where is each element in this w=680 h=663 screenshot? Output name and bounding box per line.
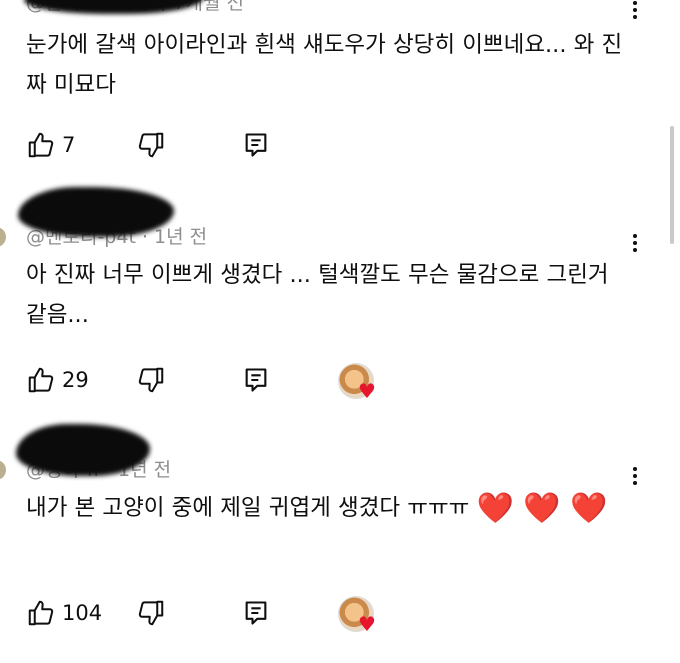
like-count: 104 — [62, 601, 103, 625]
comment-1: @갈색애교해인사 7개월 전 눈가에 갈색 아이라인과 흰색 섀도우가 상당히 … — [0, 0, 680, 180]
comment-2: @멘토리-p4t · 1년 전 아 진짜 너무 이쁘게 생겼다 ... 털색깔도… — [0, 185, 680, 420]
heart-icon: ♥ — [358, 612, 376, 636]
comment-text: 내가 본 고양이 중에 제일 귀엽게 생겼다 ㅠㅠㅠ ❤️ ❤️ ❤️ — [26, 488, 626, 529]
more-options-button[interactable] — [628, 0, 642, 24]
reply-icon — [245, 133, 267, 157]
thumb-up-icon — [28, 132, 54, 158]
reply-button[interactable] — [242, 363, 270, 397]
scrollbar[interactable] — [670, 126, 674, 244]
thumb-up-icon — [28, 600, 54, 626]
creator-heart-badge: ♥ — [338, 596, 382, 634]
comment-text-main: 내가 본 고양이 중에 제일 귀엽게 생겼다 ㅠㅠㅠ — [26, 495, 470, 521]
thumb-down-icon — [138, 132, 164, 158]
reply-button[interactable] — [242, 128, 270, 162]
redaction-mark — [18, 187, 174, 237]
thumb-down-icon — [138, 600, 164, 626]
like-count: 29 — [62, 368, 89, 392]
thumb-up-icon — [28, 367, 54, 393]
more-options-button[interactable] — [628, 464, 642, 490]
heart-emoji: ❤️ ❤️ ❤️ — [476, 491, 608, 526]
action-bar: 104 ♥ — [26, 596, 446, 634]
creator-heart-badge: ♥ — [338, 363, 382, 401]
comment-text: 눈가에 갈색 아이라인과 흰색 섀도우가 상당히 이쁘네요... 와 진짜 미묘… — [26, 32, 623, 98]
comment-text: 아 진짜 너무 이쁘게 생겼다 ... 털색깔도 무슨 물감으로 그린거같음..… — [26, 262, 609, 328]
action-bar: 7 — [26, 128, 446, 164]
avatar[interactable] — [0, 460, 6, 480]
like-button[interactable]: 7 — [26, 128, 75, 162]
action-bar: 29 ♥ — [26, 363, 446, 401]
reply-icon — [245, 368, 267, 392]
heart-icon: ♥ — [358, 379, 376, 403]
dislike-button[interactable] — [136, 363, 166, 397]
comment-thread: { "comments": [ { "handle": "@갈색애교해인사", … — [0, 0, 680, 663]
like-button[interactable]: 104 — [26, 596, 102, 630]
thumb-down-icon — [138, 367, 164, 393]
redaction-mark — [16, 424, 150, 476]
avatar[interactable] — [0, 227, 6, 247]
like-button[interactable]: 29 — [26, 363, 89, 397]
reply-button[interactable] — [242, 596, 270, 630]
reply-icon — [245, 601, 267, 625]
dislike-button[interactable] — [136, 128, 166, 162]
like-count: 7 — [62, 133, 76, 157]
more-options-button[interactable] — [628, 231, 642, 257]
comment-3: @정하-ff · 1년 전 내가 본 고양이 중에 제일 귀엽게 생겼다 ㅠㅠㅠ… — [0, 420, 680, 663]
dislike-button[interactable] — [136, 596, 166, 630]
